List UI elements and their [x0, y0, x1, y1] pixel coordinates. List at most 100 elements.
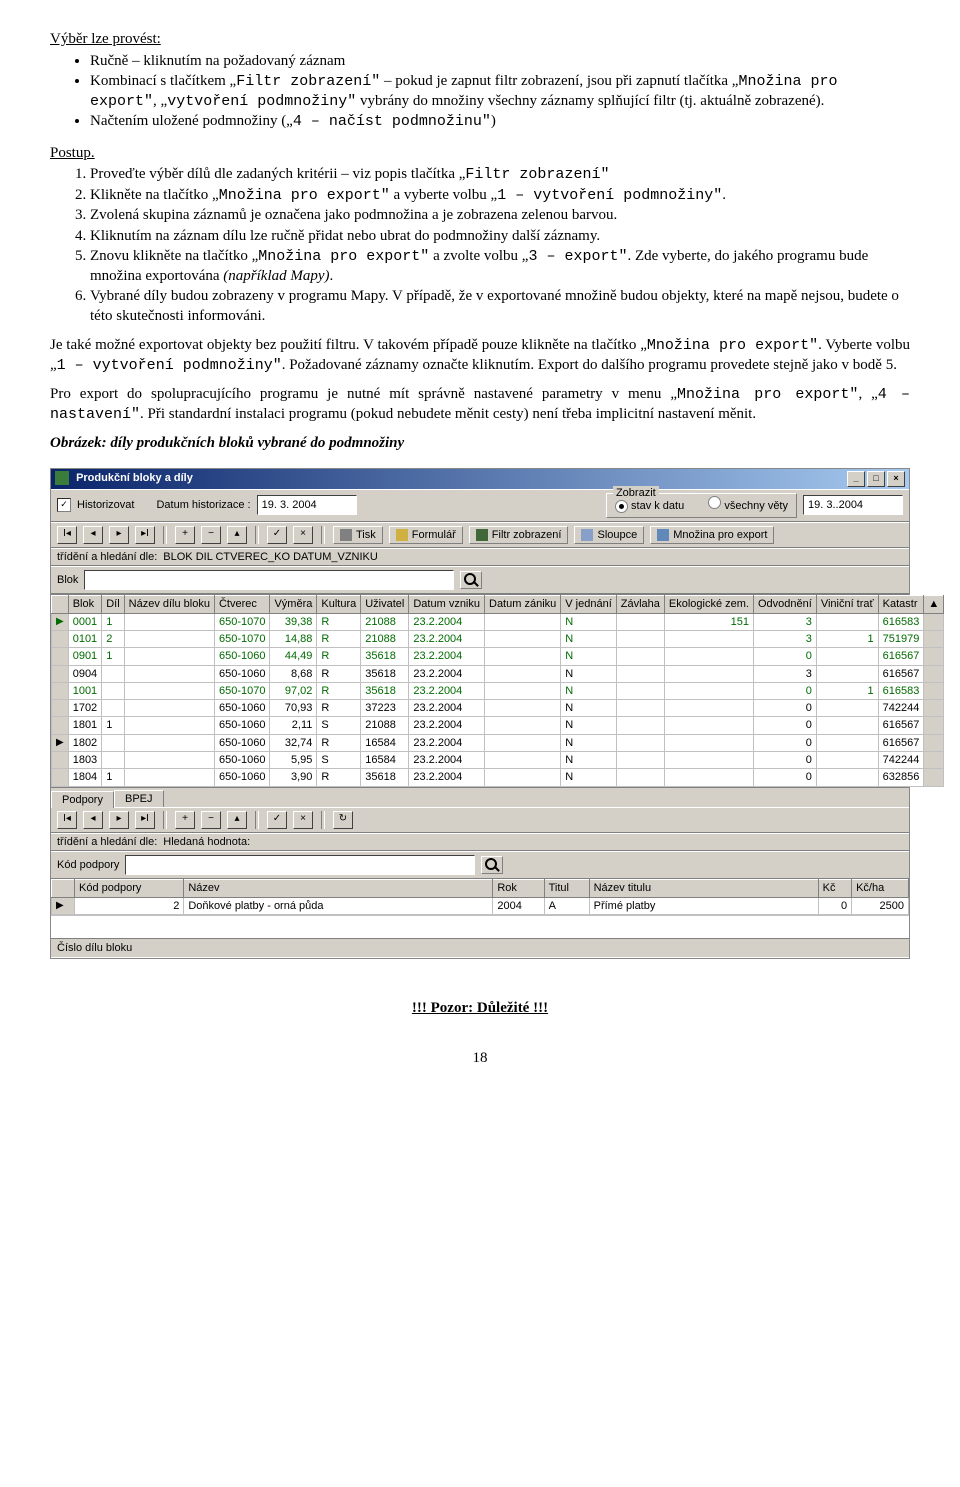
column-header[interactable]: Uživatel	[361, 596, 409, 613]
columns-icon	[581, 529, 593, 541]
historizovat-label: Historizovat	[77, 498, 134, 512]
nav-first-button[interactable]: I◂	[57, 526, 77, 544]
column-header[interactable]: Datum zániku	[485, 596, 561, 613]
sub-nav-delete-button[interactable]: −	[201, 811, 221, 829]
titlebar: Produkční bloky a díly _ □ ×	[51, 469, 909, 489]
datum-historizace-label: Datum historizace :	[156, 498, 250, 512]
bullet-3: Načtením uložené podmnožiny („4 – načíst…	[90, 112, 910, 132]
sub-nav-refresh-button[interactable]: ↻	[333, 811, 353, 829]
nav-next-button[interactable]: ▸	[109, 526, 129, 544]
table-row[interactable]: 1803650-10605,95S1658423.2.2004N0742244	[52, 752, 944, 769]
table-row[interactable]: ▶00011650-107039,38R2108823.2.2004N15136…	[52, 613, 944, 630]
column-header[interactable]: Kultura	[317, 596, 361, 613]
nav-confirm-button[interactable]: ✓	[267, 526, 287, 544]
column-header[interactable]: Název titulu	[589, 880, 818, 897]
sloupce-button[interactable]: Sloupce	[574, 526, 644, 544]
sub-sort-value: Hledaná hodnota:	[163, 835, 250, 849]
table-row[interactable]: 01012650-107014,88R2108823.2.2004N317519…	[52, 630, 944, 647]
heading-vyber: Výběr lze provést:	[50, 30, 910, 50]
column-header[interactable]: Výměra	[270, 596, 317, 613]
page-number: 18	[50, 1049, 910, 1069]
step-5: Znovu klikněte na tlačítko „Množina pro …	[90, 247, 910, 286]
search-button[interactable]	[460, 571, 482, 589]
table-row[interactable]: 18041650-10603,90R3561823.2.2004N0632856	[52, 769, 944, 786]
sub-nav-prev-button[interactable]: ◂	[83, 811, 103, 829]
table-row[interactable]: 09011650-106044,49R3561823.2.2004N061656…	[52, 648, 944, 665]
column-header[interactable]: Název	[184, 880, 493, 897]
column-header[interactable]: Datum vzniku	[409, 596, 485, 613]
column-header[interactable]: Čtverec	[214, 596, 270, 613]
sub-nav-confirm-button[interactable]: ✓	[267, 811, 287, 829]
bullets-vyber: Ručně – kliknutím na požadovaný záznam K…	[90, 52, 910, 132]
sub-separator-2	[255, 811, 259, 829]
para-settings: Pro export do spolupracujícího programu …	[50, 385, 910, 424]
printer-icon	[340, 529, 352, 541]
column-header[interactable]: Blok	[68, 596, 101, 613]
sub-nav-last-button[interactable]: ▸I	[135, 811, 155, 829]
sub-nav-edit-button[interactable]: ▴	[227, 811, 247, 829]
table-row[interactable]: 1001650-107097,02R3561823.2.2004N0161658…	[52, 682, 944, 699]
column-header[interactable]: Katastr	[878, 596, 924, 613]
column-header[interactable]: Kč	[818, 880, 851, 897]
nav-delete-button[interactable]: −	[201, 526, 221, 544]
sub-sort-info: třídění a hledání dle: Hledaná hodnota:	[51, 833, 909, 851]
column-header[interactable]: Závlaha	[616, 596, 664, 613]
table-row[interactable]: ▶1802650-106032,74R1658423.2.2004N061656…	[52, 734, 944, 751]
column-header[interactable]: Název dílu bloku	[124, 596, 214, 613]
table-row[interactable]: 18011650-10602,11S2108823.2.2004N0616567	[52, 717, 944, 734]
table-row[interactable]: ▶2Doňkové platby - orná půda2004APřímé p…	[52, 897, 909, 914]
table-row[interactable]: 1702650-106070,93R3722323.2.2004N0742244	[52, 700, 944, 717]
sub-nav-add-button[interactable]: +	[175, 811, 195, 829]
minimize-button[interactable]: _	[847, 471, 865, 487]
postup-heading: Postup.	[50, 144, 910, 164]
datum-historizace-input[interactable]: 19. 3. 2004	[257, 495, 357, 515]
column-header[interactable]: Titul	[544, 880, 589, 897]
nav-edit-button[interactable]: ▴	[227, 526, 247, 544]
mnozina-pro-export-button[interactable]: Množina pro export	[650, 526, 774, 544]
sub-nav-cancel-button[interactable]: ×	[293, 811, 313, 829]
step-4: Kliknutím na záznam dílu lze ručně přida…	[90, 227, 910, 247]
filtr-zobrazeni-button[interactable]: Filtr zobrazení	[469, 526, 569, 544]
tisk-button[interactable]: Tisk	[333, 526, 383, 544]
search-input[interactable]	[84, 570, 454, 590]
table-row[interactable]: 0904650-10608,68R3561823.2.2004N3616567	[52, 665, 944, 682]
sub-search-button[interactable]	[481, 856, 503, 874]
column-header[interactable]: V jednání	[561, 596, 616, 613]
step-6: Vybrané díly budou zobrazeny v programu …	[90, 287, 910, 326]
maximize-button[interactable]: □	[867, 471, 885, 487]
column-header[interactable]: Kč/ha	[852, 880, 909, 897]
tab-bpej[interactable]: BPEJ	[114, 790, 164, 807]
sub-search-input[interactable]	[125, 855, 475, 875]
column-header[interactable]: Ekologické zem.	[664, 596, 753, 613]
date2-input[interactable]: 19. 3..2004	[803, 495, 903, 515]
historizovat-checkbox[interactable]: ✓	[57, 498, 71, 512]
form-icon	[396, 529, 408, 541]
sub-separator	[163, 811, 167, 829]
close-button[interactable]: ×	[887, 471, 905, 487]
sub-sort-label: třídění a hledání dle:	[57, 835, 157, 849]
sub-grid[interactable]: Kód podporyNázevRokTitulNázev tituluKčKč…	[51, 879, 909, 938]
para-no-filter: Je také možné exportovat objekty bez pou…	[50, 336, 910, 375]
export-icon	[657, 529, 669, 541]
radio-vsechny-vety[interactable]	[708, 496, 721, 509]
tab-podpory[interactable]: Podpory	[51, 791, 114, 808]
column-header[interactable]: Viniční trať	[816, 596, 878, 613]
toolbar-row-1: ✓ Historizovat Datum historizace : 19. 3…	[51, 489, 909, 522]
column-header[interactable]: Odvodnění	[753, 596, 816, 613]
nav-cancel-button[interactable]: ×	[293, 526, 313, 544]
sub-nav-first-button[interactable]: I◂	[57, 811, 77, 829]
formular-button[interactable]: Formulář	[389, 526, 463, 544]
sub-search-row: Kód podpory	[51, 851, 909, 879]
column-header[interactable]: Kód podpory	[75, 880, 184, 897]
radio-stav-k-datu[interactable]	[615, 500, 628, 513]
sub-nav-next-button[interactable]: ▸	[109, 811, 129, 829]
main-grid[interactable]: BlokDílNázev dílu blokuČtverecVýměraKult…	[51, 594, 909, 786]
nav-last-button[interactable]: ▸I	[135, 526, 155, 544]
column-header[interactable]: Rok	[493, 880, 544, 897]
zobrazit-group: Zobrazit stav k datu všechny věty	[606, 493, 797, 518]
column-header[interactable]: Díl	[102, 596, 124, 613]
toolbar-row-2: I◂ ◂ ▸ ▸I + − ▴ ✓ × Tisk Formulář Filtr …	[51, 522, 909, 548]
nav-add-button[interactable]: +	[175, 526, 195, 544]
nav-prev-button[interactable]: ◂	[83, 526, 103, 544]
step-1: Proveďte výběr dílů dle zadaných kritéri…	[90, 165, 910, 185]
